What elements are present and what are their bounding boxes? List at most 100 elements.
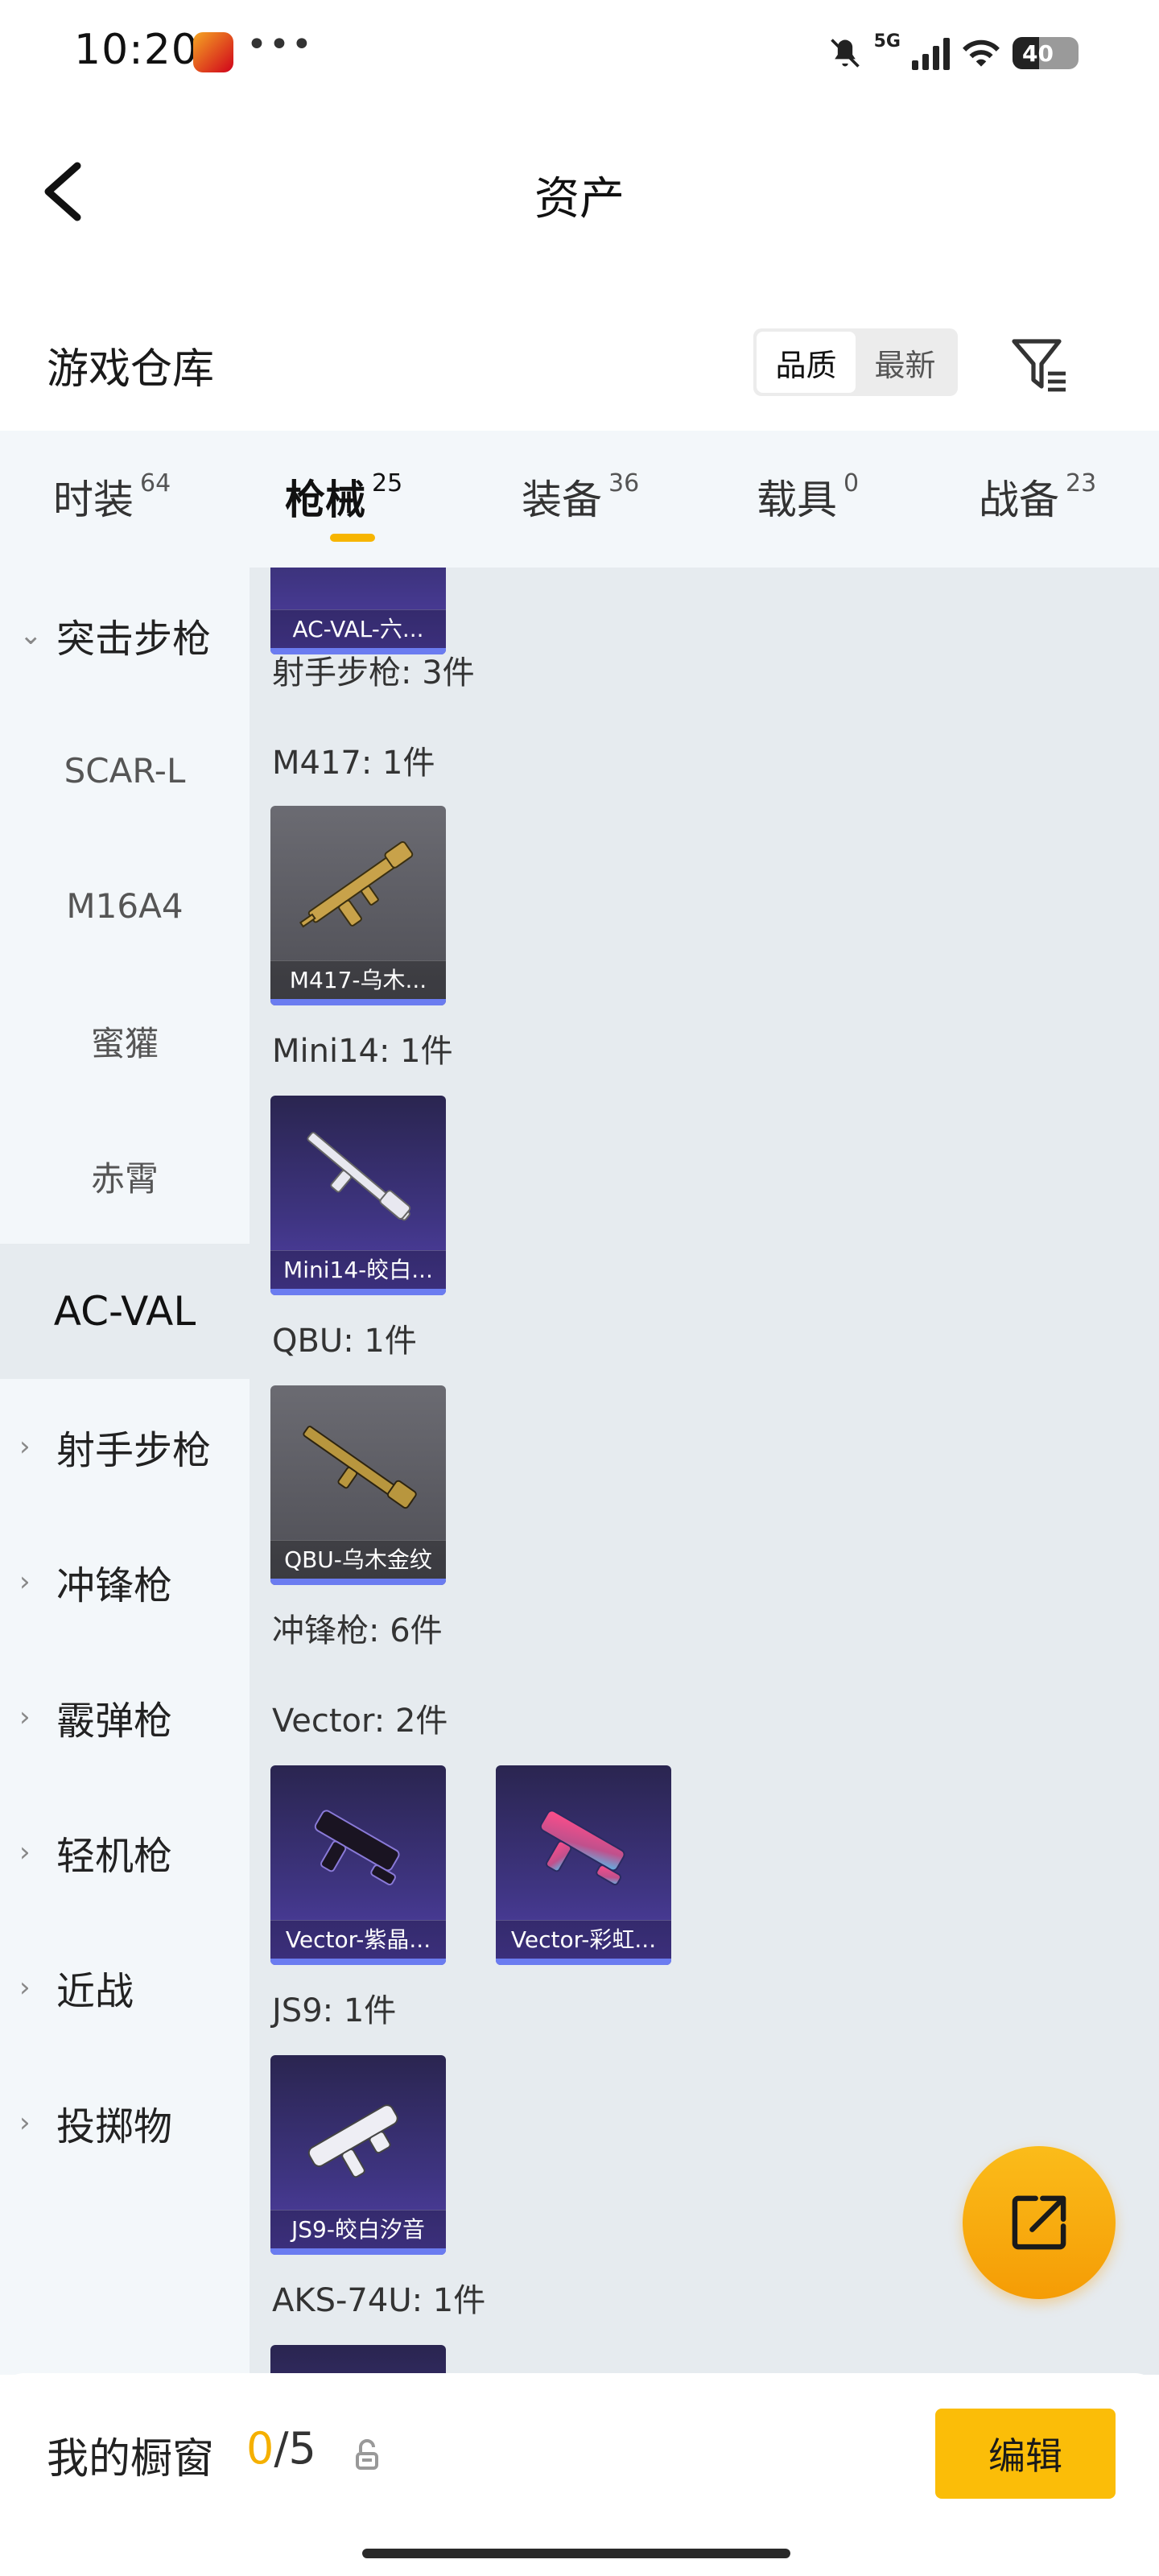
battery-icon: 40 [1013, 37, 1079, 69]
weapon-card-name: AC-VAL-六... [270, 609, 446, 648]
chevron-right-icon: › [19, 1836, 31, 1868]
weapon-card-mini14[interactable]: Mini14-皎白... [270, 1096, 446, 1295]
sidebar-item-label: 近战 [56, 1969, 134, 2014]
tab-equipment[interactable]: 装备 36 [522, 468, 639, 526]
rifle-image-icon [299, 841, 414, 928]
rarity-bar [270, 1959, 446, 1965]
sidebar-item-smgs[interactable]: › 冲锋枪 [0, 1514, 250, 1649]
sidebar-item-lmgs[interactable]: › 轻机枪 [0, 1785, 250, 1920]
sidebar-item-label: 蜜獾 [90, 1023, 159, 1063]
share-export-icon [1012, 2195, 1066, 2250]
warehouse-row: 游戏仓库 品质 最新 [0, 314, 1159, 411]
tab-count: 23 [1066, 469, 1097, 497]
tab-count: 36 [608, 469, 640, 497]
sidebar-item-ac-val[interactable]: AC-VAL [0, 1244, 250, 1379]
filter-icon[interactable] [1008, 332, 1072, 396]
signal-icon [912, 36, 950, 70]
weapon-card-js9[interactable]: JS9-皎白汐音 [270, 2055, 446, 2255]
edit-button[interactable]: 编辑 [935, 2409, 1116, 2499]
mute-bell-icon [830, 39, 860, 68]
tab-count: 0 [843, 469, 860, 497]
tab-count: 25 [372, 469, 403, 497]
wifi-icon [963, 39, 1000, 67]
chevron-right-icon: › [19, 1566, 31, 1598]
weapon-card-name: JS9-皎白汐音 [270, 2210, 446, 2248]
tab-label: 装备 [522, 477, 602, 523]
category-header-smg: 冲锋枪: 6件 [272, 1612, 443, 1649]
sidebar-item-label: 霰弹枪 [56, 1699, 173, 1744]
tab-count: 64 [140, 469, 171, 497]
weapon-group-aks74u: AKS-74U: 1件 [272, 2282, 486, 2319]
sidebar-item-label: 投掷物 [56, 2104, 173, 2149]
tab-vehicles[interactable]: 载具 0 [757, 468, 859, 526]
weapon-card-name: Mini14-皎白... [270, 1250, 446, 1289]
weapon-card-vector-rainbow[interactable]: Vector-彩虹... [496, 1765, 671, 1965]
weapon-group-qbu: QBU: 1件 [272, 1323, 417, 1360]
share-button[interactable] [963, 2146, 1116, 2299]
sort-newest-option[interactable]: 最新 [856, 332, 955, 393]
weapon-card-name: M417-乌木... [270, 960, 446, 999]
sidebar-item-label: 轻机枪 [56, 1834, 173, 1879]
warehouse-title: 游戏仓库 [47, 345, 215, 394]
sidebar-item-honey-badger[interactable]: 蜜獾 [0, 973, 250, 1108]
sidebar-item-scar-l[interactable]: SCAR-L [0, 703, 250, 838]
weapon-list: AC-VAL-六... 射手步枪: 3件 M417: 1件 M417-乌木...… [250, 568, 1159, 2375]
sidebar-item-m16a4[interactable]: M16A4 [0, 838, 250, 973]
weapon-card-qbu[interactable]: QBU-乌木金纹 [270, 1385, 446, 1585]
sidebar-item-marksman-rifles[interactable]: › 射手步枪 [0, 1379, 250, 1514]
sidebar-item-label: 射手步枪 [56, 1428, 212, 1473]
weapon-card-acval[interactable]: AC-VAL-六... [270, 568, 446, 654]
weapon-group-vector: Vector: 2件 [272, 1703, 448, 1740]
sidebar-item-melee[interactable]: › 近战 [0, 1920, 250, 2055]
tab-label: 时装 [53, 477, 134, 523]
tab-outfits[interactable]: 时装 64 [53, 468, 171, 526]
sidebar-item-label: AC-VAL [53, 1288, 196, 1335]
network-type-label: 5G [873, 31, 901, 52]
weapon-category-sidebar: ⌄ 突击步枪 SCAR-L M16A4 蜜獾 赤霄 AC-VAL › 射手步枪 … [0, 568, 250, 2375]
sort-toggle: 品质 最新 [753, 328, 958, 396]
chevron-down-icon: ⌄ [19, 619, 43, 651]
chevron-right-icon: › [19, 1971, 31, 2004]
showcase-count-total: /5 [274, 2423, 316, 2474]
tab-label: 战备 [979, 477, 1059, 523]
lock-icon [356, 2439, 378, 2470]
rarity-bar [270, 999, 446, 1005]
rarity-bar [270, 1289, 446, 1295]
more-notifications-icon: ••• [246, 24, 314, 65]
category-tabs: 时装 64 枪械 25 装备 36 载具 0 战备 23 [0, 431, 1159, 568]
showcase-bar: 我的橱窗 0/5 编辑 [0, 2373, 1159, 2576]
tab-label: 载具 [757, 477, 837, 523]
sidebar-item-label: 冲锋枪 [56, 1563, 173, 1608]
weapon-card-name: QBU-乌木金纹 [270, 1540, 446, 1579]
showcase-count: 0/5 [246, 2423, 316, 2474]
sidebar-item-assault-rifles[interactable]: ⌄ 突击步枪 [0, 568, 250, 703]
page-header: 资产 [0, 129, 1159, 250]
sidebar-item-chixiao[interactable]: 赤霄 [0, 1108, 250, 1244]
weapon-group-m417: M417: 1件 [272, 745, 435, 782]
weapon-card-vector-purple[interactable]: Vector-紫晶... [270, 1765, 446, 1965]
battery-percent: 40 [1022, 39, 1054, 67]
tab-firearms[interactable]: 枪械 25 [285, 468, 402, 526]
weapon-card-name: Vector-紫晶... [270, 1920, 446, 1959]
active-tab-indicator [330, 534, 375, 542]
smg-image-icon [539, 1810, 625, 1886]
smg-image-icon [314, 1810, 400, 1886]
weapon-group-js9: JS9: 1件 [272, 1992, 397, 2029]
sidebar-item-shotguns[interactable]: › 霰弹枪 [0, 1649, 250, 1785]
rarity-bar [270, 1579, 446, 1585]
sidebar-item-throwables[interactable]: › 投掷物 [0, 2055, 250, 2190]
sidebar-item-label: M16A4 [66, 886, 184, 926]
weapon-card-m417[interactable]: M417-乌木... [270, 806, 446, 1005]
rifle-image-icon [303, 1426, 417, 1509]
tab-supplies[interactable]: 战备 23 [979, 468, 1096, 526]
weapon-card-aks74u[interactable] [270, 2345, 446, 2375]
home-indicator[interactable] [362, 2549, 790, 2558]
status-icons: 5G 40 [827, 29, 1079, 77]
tab-label: 枪械 [285, 477, 365, 523]
sidebar-item-label: 突击步枪 [56, 617, 212, 662]
sidebar-item-label: SCAR-L [64, 750, 186, 791]
sort-quality-option[interactable]: 品质 [757, 332, 856, 393]
page-title: 资产 [534, 173, 625, 225]
weapon-group-mini14: Mini14: 1件 [272, 1033, 453, 1070]
smg-image-icon [307, 2104, 398, 2178]
